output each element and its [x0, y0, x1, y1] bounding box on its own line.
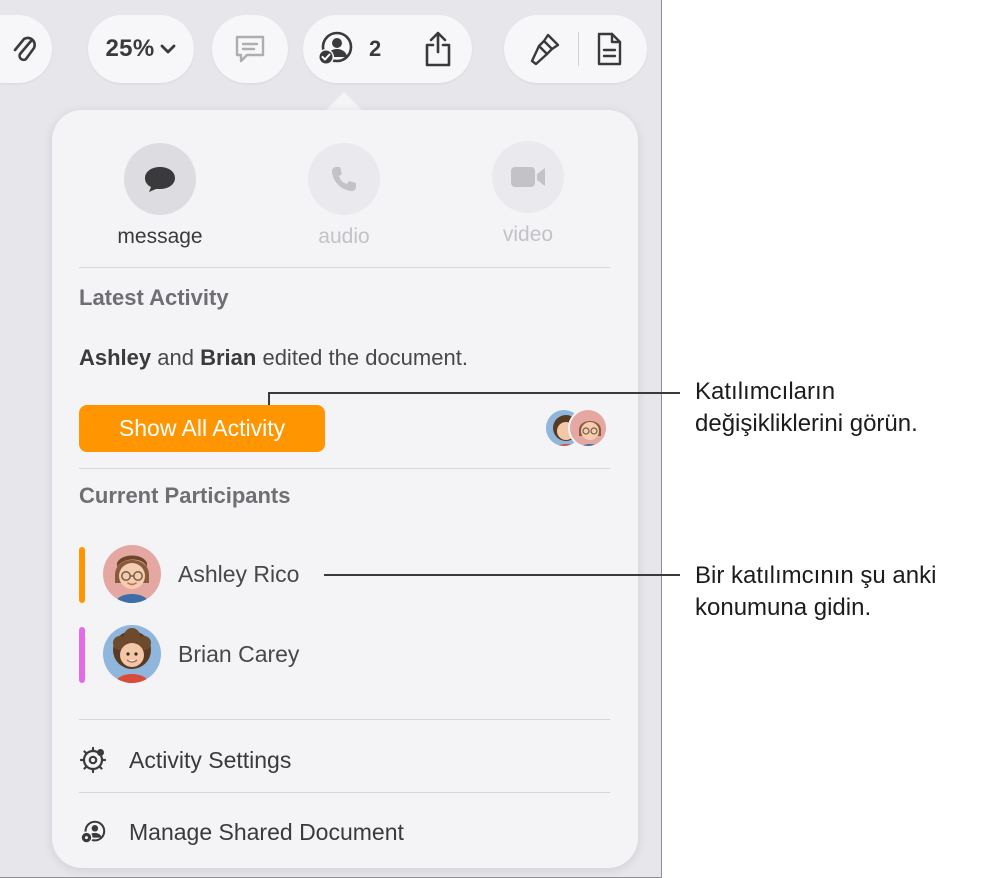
divider — [79, 267, 610, 268]
comment-icon — [233, 33, 267, 65]
callout-activity-line1: Katılımcıların — [695, 378, 836, 405]
participant-color-marker — [79, 547, 85, 603]
manage-shared-document-label: Manage Shared Document — [129, 818, 404, 845]
manage-shared-document-row[interactable]: Manage Shared Document — [79, 810, 610, 854]
divider — [79, 468, 610, 469]
attach-button[interactable] — [0, 15, 52, 83]
callout-participant-line1: Bir katılımcının şu anki — [695, 562, 937, 589]
zoom-level: 25% — [105, 35, 155, 62]
message-button[interactable]: message — [90, 143, 230, 249]
comment-button[interactable] — [212, 15, 288, 83]
callout-line-participant — [324, 574, 680, 576]
chevron-down-icon — [160, 43, 176, 55]
divider — [79, 792, 610, 793]
activity-conjunction: and — [151, 345, 201, 370]
current-participants-title: Current Participants — [79, 483, 291, 508]
message-label: message — [117, 225, 203, 248]
phone-icon — [308, 143, 380, 215]
popover-arrow — [324, 92, 364, 112]
manage-collaboration-icon — [79, 818, 107, 846]
share-icon[interactable] — [423, 30, 453, 68]
callout-participant-line2: konumuna gidin. — [695, 594, 872, 621]
format-document-group — [504, 15, 647, 83]
latest-activity-summary: Ashley and Brian edited the document. — [79, 345, 468, 371]
video-label: video — [502, 223, 554, 246]
zoom-menu[interactable]: 25% — [88, 15, 194, 83]
callout-participant: Bir katılımcının şu anki konumuna gidin. — [695, 560, 936, 624]
activity-settings-row[interactable]: Activity Settings — [79, 738, 610, 782]
activity-name-1: Ashley — [79, 345, 152, 370]
callout-line-activity — [268, 392, 680, 394]
callout-activity: Katılımcıların değişikliklerini görün. — [695, 376, 918, 440]
toolbar-divider — [578, 32, 579, 66]
participant-name: Ashley Rico — [178, 561, 300, 587]
activity-name-2: Brian — [200, 345, 257, 370]
collaboration-popover: message audio video Latest Activity Ashl… — [52, 110, 638, 868]
divider — [79, 719, 610, 720]
video-camera-icon — [492, 141, 564, 213]
document-icon[interactable] — [595, 31, 623, 67]
audio-button: audio — [274, 143, 414, 249]
paperclip-icon — [12, 32, 38, 66]
collaboration-button[interactable]: 2 — [303, 15, 472, 83]
paintbrush-icon[interactable] — [528, 31, 562, 67]
activity-suffix: edited the document. — [256, 345, 468, 370]
audio-label: audio — [318, 225, 370, 248]
participant-name: Brian Carey — [178, 641, 300, 667]
show-all-activity-button[interactable]: Show All Activity — [79, 405, 325, 452]
app-screen: 25% 2 message audio video Latest Activit… — [0, 0, 662, 878]
callout-line-activity-tick — [268, 392, 270, 405]
activity-avatars[interactable] — [544, 408, 614, 450]
avatar-ashley — [103, 545, 161, 603]
activity-settings-icon — [79, 746, 107, 774]
message-icon — [124, 143, 196, 215]
participant-row-brian[interactable]: Brian Carey — [79, 625, 479, 685]
avatar-ashley-small — [568, 408, 608, 448]
callout-activity-line2: değişikliklerini görün. — [695, 410, 918, 437]
collaboration-icon — [313, 29, 357, 69]
participant-color-marker — [79, 627, 85, 683]
collaborator-count: 2 — [369, 36, 382, 61]
latest-activity-title: Latest Activity — [79, 285, 229, 310]
activity-settings-label: Activity Settings — [129, 746, 292, 773]
video-button: video — [458, 141, 598, 247]
avatar-brian — [103, 625, 161, 683]
